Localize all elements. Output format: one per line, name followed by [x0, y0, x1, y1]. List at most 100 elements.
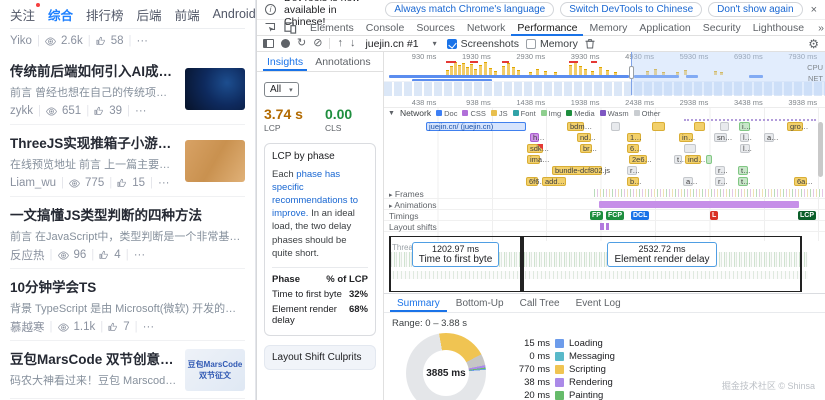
record-button[interactable]	[281, 39, 290, 48]
network-request-bar[interactable]: r…	[715, 166, 725, 175]
author-name[interactable]: 反应热	[10, 247, 45, 263]
network-request-bar[interactable]: t…	[674, 155, 682, 164]
network-request-bar[interactable]: 6…	[627, 144, 639, 153]
screenshots-checkbox[interactable]: Screenshots	[447, 38, 519, 50]
author-name[interactable]: 慕越寒	[10, 319, 45, 335]
like-icon[interactable]	[94, 106, 104, 116]
network-request-bar[interactable]: 6f6…	[526, 177, 538, 186]
devtools-tab[interactable]: Application	[633, 20, 696, 36]
sidebar-tab[interactable]: Insights	[263, 52, 307, 71]
clear-icon[interactable]: ⊘	[313, 38, 322, 49]
feed-nav-tab[interactable]: Android	[213, 7, 256, 21]
like-icon[interactable]	[108, 322, 118, 332]
network-request-bar[interactable]: 2e6…	[629, 155, 647, 164]
network-request-bar[interactable]: i…	[739, 122, 750, 131]
timing-marker[interactable]: LCP	[798, 211, 816, 220]
banner-action-button[interactable]: Always match Chrome's language	[385, 2, 554, 17]
article-thumbnail[interactable]: 豆包MarsCode 双节征文	[185, 349, 245, 391]
author-name[interactable]: Liam_wu	[10, 177, 56, 189]
article-item[interactable]: 10分钟学会TS 背景 TypeScript 是由 Microsoft(微软) …	[10, 268, 245, 340]
banner-action-button[interactable]: Switch DevTools to Chinese	[560, 2, 702, 17]
network-request-bar[interactable]: t…	[738, 166, 748, 175]
insights-filter-select[interactable]: All▾	[264, 82, 299, 97]
load-profile-icon[interactable]: ↑	[337, 38, 343, 49]
network-request-bar[interactable]: r…	[627, 166, 637, 175]
network-request-bar[interactable]: bdm…	[567, 122, 584, 131]
network-request-bar[interactable]	[706, 155, 712, 164]
layout-shift-mark[interactable]	[606, 223, 609, 230]
timing-marker[interactable]: FP	[590, 211, 603, 220]
network-request-bar[interactable]: a…	[764, 133, 774, 142]
article-item[interactable]: 一文搞懂JS类型判断的四种方法 前言 在JavaScript中，类型判断是一个非…	[10, 196, 245, 268]
details-tab[interactable]: Call Tree	[513, 294, 567, 312]
article-item[interactable]: ThreeJS实现推箱子小游戏【二】 在线预览地址 前言 上一篇主要介绍了怎么创…	[10, 124, 245, 196]
capture-settings-gear-icon[interactable]: ⚙	[808, 38, 819, 50]
article-title[interactable]: 一文搞懂JS类型判断的四种方法	[10, 204, 245, 224]
garbage-collect-icon[interactable]	[585, 38, 595, 49]
network-request-bar[interactable]: r…	[715, 177, 725, 186]
network-request-bar[interactable]: sdk…	[527, 144, 543, 153]
network-request-bar[interactable]	[611, 122, 620, 131]
more-button[interactable]: ···	[158, 177, 170, 189]
network-request-bar[interactable]: b…	[627, 177, 639, 186]
timing-marker[interactable]: L	[710, 211, 718, 220]
network-request-bar[interactable]	[684, 144, 696, 153]
disclosure-icon[interactable]: ▸	[389, 203, 393, 210]
more-button[interactable]: ···	[134, 249, 146, 261]
devtools-tab[interactable]: Console	[360, 20, 411, 36]
device-toolbar-icon[interactable]	[281, 22, 300, 34]
frames-track[interactable]: ▸ Frames	[384, 188, 825, 199]
author-name[interactable]: Yiko	[10, 35, 32, 47]
toggle-sidebar-icon[interactable]	[263, 39, 274, 48]
network-request-bar[interactable]: bundle-dcf802.js	[552, 166, 602, 175]
animation-bar[interactable]	[599, 201, 799, 208]
more-button[interactable]: ···	[135, 105, 147, 117]
like-icon[interactable]	[117, 178, 127, 188]
author-name[interactable]: zykk	[10, 105, 33, 117]
network-request-bar[interactable]: l…	[740, 133, 749, 142]
network-request-bar[interactable]: 1…	[627, 133, 641, 142]
like-icon[interactable]	[99, 250, 109, 260]
article-item[interactable]: 豆包MarsCode 双节创意征文 码农大神看过来！豆包 Marscode 双节…	[10, 340, 245, 398]
article-thumbnail[interactable]	[185, 68, 245, 110]
sidebar-tab[interactable]: Annotations	[311, 52, 374, 71]
banner-action-button[interactable]: Don't show again	[708, 2, 802, 17]
details-tab[interactable]: Summary	[390, 294, 447, 312]
lcp-by-phase-card[interactable]: LCP by phase Each phase has specific rec…	[264, 143, 376, 336]
article-title[interactable]: 10分钟学会TS	[10, 276, 245, 296]
more-tabs-button[interactable]: »	[812, 20, 825, 36]
animations-track[interactable]: ▸ Animations	[384, 199, 825, 210]
network-request-bar[interactable]	[720, 122, 729, 131]
article-item[interactable]: 传统前后端如何引入AI成为AI全栈项目? ... 前言 曾经也想在自己的传统项目…	[10, 53, 245, 124]
network-request-bar[interactable]: br…	[580, 144, 592, 153]
disclosure-icon[interactable]: ▸	[389, 192, 393, 199]
network-request-bar[interactable]: t…	[738, 177, 748, 186]
article-title[interactable]: 传统前后端如何引入AI成为AI全栈项目? ...	[10, 60, 177, 80]
details-tab[interactable]: Bottom-Up	[449, 294, 511, 312]
network-request-bar[interactable]	[652, 122, 665, 131]
timing-marker[interactable]: DCL	[631, 211, 649, 220]
network-request-bar[interactable]: h…	[530, 133, 539, 142]
profile-select[interactable]: juejin.cn #1▾	[362, 38, 439, 50]
banner-close-icon[interactable]: ×	[811, 4, 817, 16]
article-title[interactable]: 豆包MarsCode 双节创意征文	[10, 348, 177, 368]
layout-shift-mark[interactable]	[600, 223, 604, 230]
save-profile-icon[interactable]: ↓	[350, 38, 356, 49]
more-button[interactable]: ···	[143, 321, 155, 333]
network-request-bar[interactable]: nd…	[577, 133, 591, 142]
timing-marker[interactable]: FCP	[606, 211, 624, 220]
devtools-tab[interactable]: Elements	[304, 20, 360, 36]
article-title[interactable]: ThreeJS实现推箱子小游戏【二】	[10, 132, 177, 152]
network-request-bar[interactable]: add…	[542, 177, 566, 186]
inspect-icon[interactable]	[261, 22, 279, 34]
feed-nav-tab[interactable]: 关注	[10, 5, 35, 24]
devtools-tab[interactable]: Sources	[410, 20, 461, 36]
reload-and-record-icon[interactable]: ↻	[297, 38, 306, 49]
feed-nav-tab[interactable]: 排行榜	[86, 5, 124, 24]
network-request-bar[interactable]: juejin.cn/ (juejin.cn)	[426, 122, 526, 131]
layout-shifts-track[interactable]: Layout shifts	[384, 221, 825, 232]
network-request-bar[interactable]: l…	[740, 144, 750, 153]
network-track-header[interactable]: ▼ Network DocCSSJSFontImgMediaWasmOther	[384, 108, 825, 118]
timings-track[interactable]: Timings FPFCPDCLLLCP	[384, 210, 825, 221]
network-request-bar[interactable]: gro…	[787, 122, 803, 131]
